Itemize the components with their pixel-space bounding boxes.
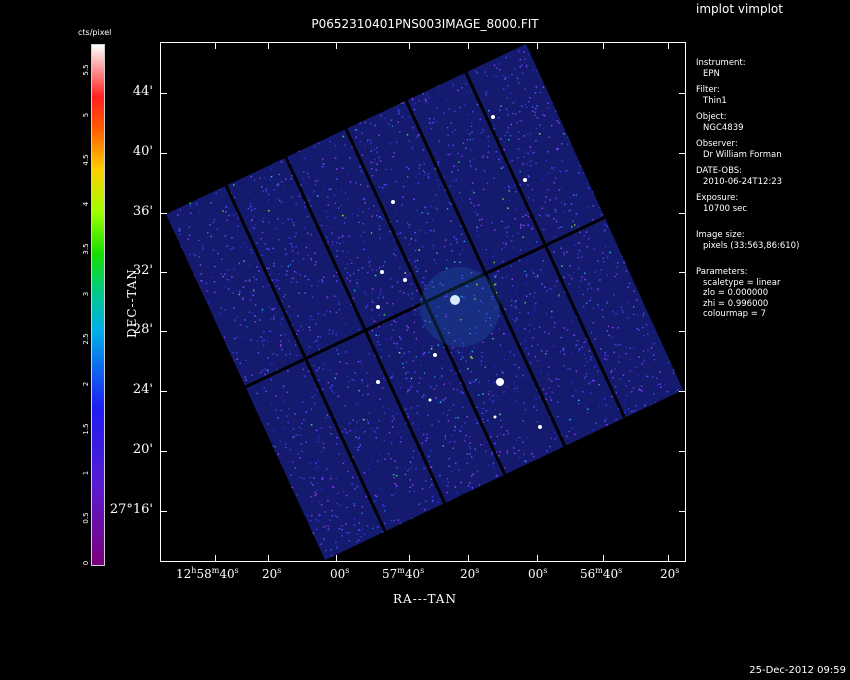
frame-tick: [603, 42, 604, 49]
date-obs-label: DATE-OBS:: [696, 166, 743, 176]
frame-tick: [537, 42, 538, 49]
colorbar-tick-label: 5.5: [82, 64, 90, 76]
observer-label: Observer:: [696, 139, 738, 149]
colorbar: [91, 44, 105, 566]
exposure-label: Exposure:: [696, 193, 739, 203]
frame-tick: [215, 42, 216, 49]
colorbar-title: cts/pixel: [78, 28, 112, 37]
frame-tick: [603, 555, 604, 562]
frame-tick: [336, 42, 337, 49]
instrument-label: Instrument:: [696, 58, 746, 68]
frame-tick: [268, 555, 269, 562]
colorbar-tick-label: 0: [82, 560, 90, 566]
frame-tick: [679, 331, 686, 332]
colorbar-tick-label: 1.5: [82, 422, 90, 435]
frame-tick: [409, 555, 410, 562]
x-tick-label: 20s: [460, 566, 480, 581]
filter-value: Thin1: [703, 95, 727, 106]
x-tick-label: 20s: [262, 566, 282, 581]
y-axis-label: DEC--TAN: [125, 268, 139, 338]
y-tick-label: 27°16': [109, 502, 153, 517]
plot-title: P0652310401PNS003IMAGE_8000.FIT: [311, 17, 539, 31]
frame-tick: [160, 331, 167, 332]
scaletype-value: scaletype = linear: [703, 277, 781, 288]
colorbar-gradient: [92, 45, 104, 565]
x-tick-label: 56m40s: [580, 566, 623, 581]
x-tick-label: 57m40s: [382, 566, 425, 581]
frame-tick: [679, 391, 686, 392]
x-tick-label: 12h58m40s: [176, 566, 239, 581]
colorbar-tick-label: 0.5: [82, 512, 90, 524]
y-tick-label: 36': [132, 204, 153, 219]
frame-tick: [679, 213, 686, 214]
x-axis-label: RA---TAN: [393, 592, 457, 606]
y-tick-label: 24': [132, 382, 153, 397]
image-size-label: Image size:: [696, 230, 745, 240]
colorbar-tick-label: 4: [82, 202, 90, 207]
image-size-value: pixels (33:563,86:610): [703, 240, 800, 251]
info-panel: Instrument: EPN Filter: Thin1 Object: NG…: [696, 58, 799, 320]
frame-tick: [336, 555, 337, 562]
colorbar-tick-label: 1: [82, 471, 90, 476]
instrument-value: EPN: [703, 68, 720, 79]
colorbar-tick-label: 5: [82, 112, 90, 117]
colorbar-tick-label: 2.5: [82, 333, 90, 345]
frame-tick: [160, 153, 167, 154]
frame-tick: [409, 42, 410, 49]
zlo-value: zlo = 0.000000: [703, 288, 769, 298]
frame-tick: [679, 93, 686, 94]
frame-tick: [679, 272, 686, 273]
colorbar-tick-label: 3.5: [82, 243, 90, 255]
colorbar-tick-label: 4.5: [82, 153, 90, 166]
frame-tick: [160, 213, 167, 214]
frame-tick: [679, 153, 686, 154]
observer-value: Dr William Forman: [703, 149, 782, 160]
colorbar-tick-label: 2: [82, 381, 90, 386]
colourmap-value: colourmap = 7: [703, 309, 766, 319]
y-tick-label: 44': [132, 84, 153, 99]
frame-tick: [160, 391, 167, 392]
frame-tick: [679, 451, 686, 452]
frame-tick: [668, 555, 669, 562]
object-label: Object:: [696, 112, 727, 122]
y-tick-label: 40': [132, 144, 153, 159]
filter-label: Filter:: [696, 85, 720, 95]
x-tick-label: 00s: [528, 566, 548, 581]
plot-frame: [160, 42, 686, 562]
app-title: implot vimplot: [696, 2, 783, 16]
frame-tick: [215, 555, 216, 562]
frame-tick: [468, 42, 469, 49]
frame-tick: [468, 555, 469, 562]
timestamp: 25-Dec-2012 09:59: [749, 665, 846, 676]
parameters-label: Parameters:: [696, 267, 748, 277]
date-obs-value: 2010-06-24T12:23: [703, 176, 783, 187]
object-value: NGC4839: [703, 122, 744, 133]
frame-tick: [160, 272, 167, 273]
x-tick-label: 20s: [660, 566, 680, 581]
colorbar-tick-label: 3: [82, 291, 90, 297]
x-tick-label: 00s: [330, 566, 350, 581]
frame-tick: [537, 555, 538, 562]
frame-tick: [160, 93, 167, 94]
frame-tick: [160, 511, 167, 512]
y-tick-label: 20': [132, 442, 153, 457]
frame-tick: [160, 451, 167, 452]
frame-tick: [679, 511, 686, 512]
zhi-value: zhi = 0.996000: [703, 298, 769, 309]
frame-tick: [268, 42, 269, 49]
exposure-value: 10700 sec: [703, 203, 748, 214]
frame-tick: [668, 42, 669, 49]
